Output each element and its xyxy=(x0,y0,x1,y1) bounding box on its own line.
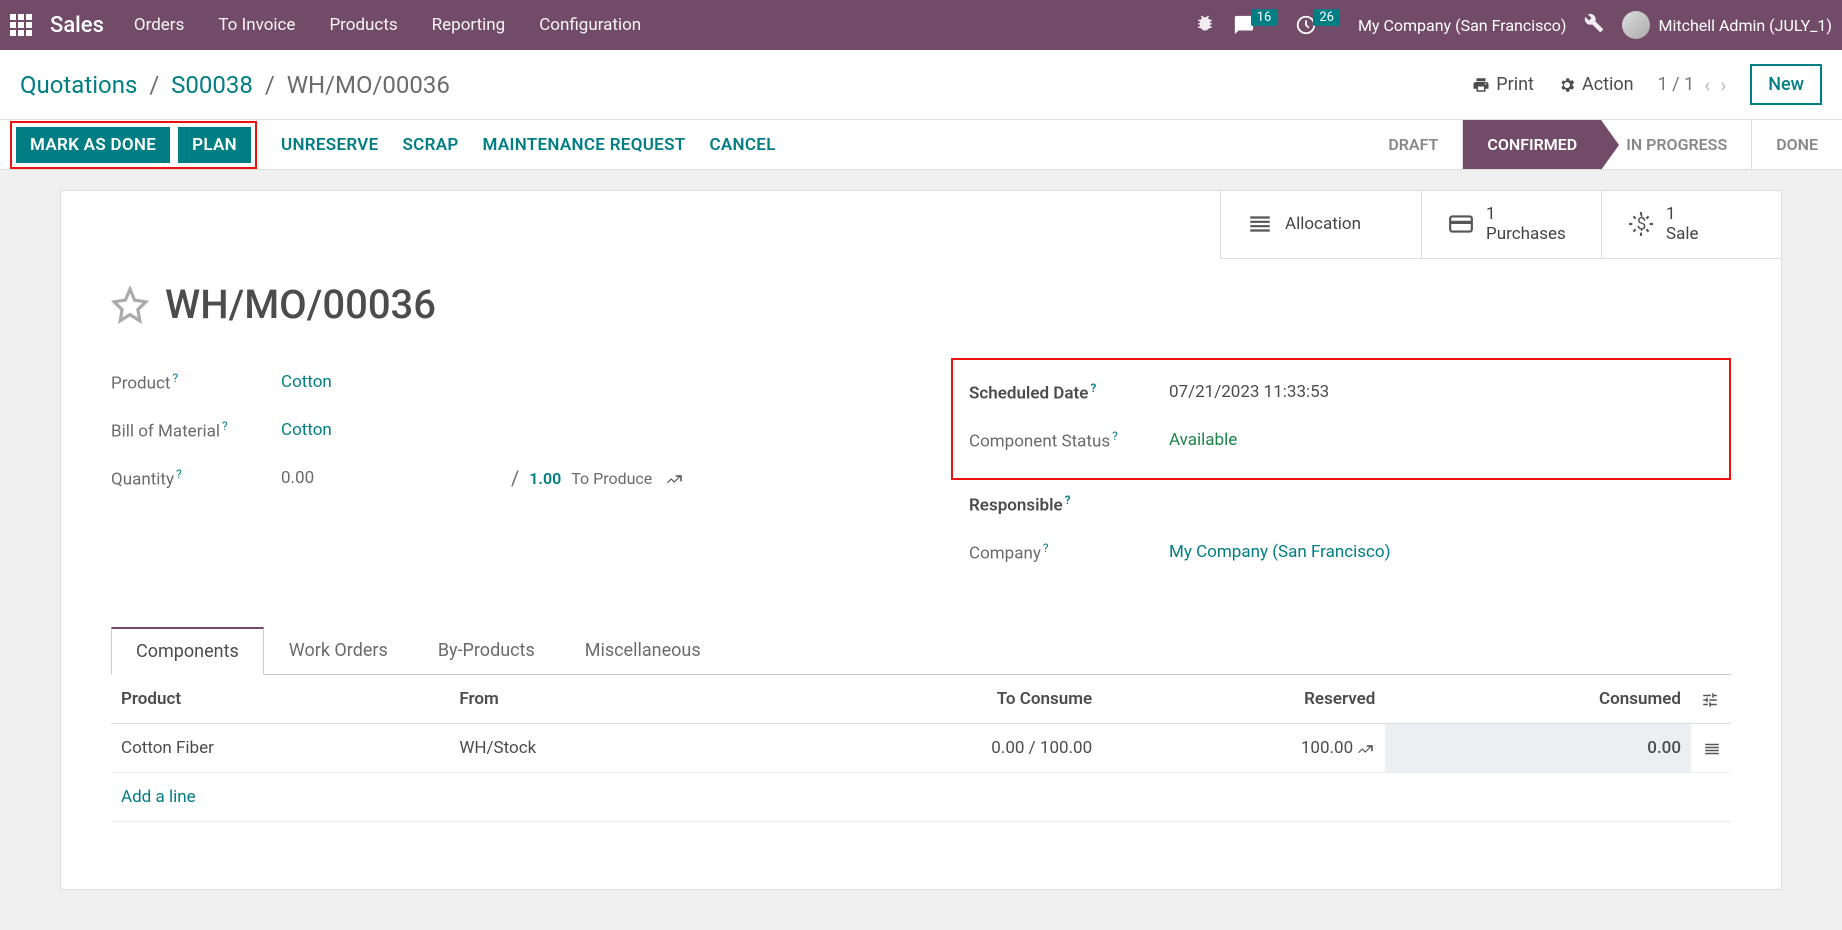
forecast-icon[interactable] xyxy=(1357,740,1375,758)
menu-orders[interactable]: Orders xyxy=(134,15,184,35)
menu-products[interactable]: Products xyxy=(329,15,397,35)
field-bom[interactable]: Cotton xyxy=(281,420,332,440)
messages-icon[interactable]: 16 xyxy=(1233,14,1278,36)
avatar-icon xyxy=(1622,11,1650,39)
columns-config-icon[interactable] xyxy=(1701,689,1719,709)
status-draft[interactable]: DRAFT xyxy=(1364,120,1462,169)
svg-text:$: $ xyxy=(1637,215,1647,235)
breadcrumb: Quotations / S00038 / WH/MO/00036 xyxy=(20,71,450,99)
crumb-current: WH/MO/00036 xyxy=(287,71,450,99)
scrap-button[interactable]: SCRAP xyxy=(403,135,459,155)
status-confirmed[interactable]: CONFIRMED xyxy=(1462,120,1601,169)
label-component-status: Component Status xyxy=(969,431,1110,451)
th-product[interactable]: Product xyxy=(111,675,449,724)
cell-consumed[interactable]: 0.00 xyxy=(1385,724,1691,773)
menu-to-invoice[interactable]: To Invoice xyxy=(218,15,295,35)
field-product[interactable]: Cotton xyxy=(281,372,332,392)
status-done[interactable]: DONE xyxy=(1751,120,1842,169)
username: Mitchell Admin (JULY_1) xyxy=(1658,16,1832,35)
tab-by-products[interactable]: By-Products xyxy=(413,627,560,675)
bug-icon[interactable] xyxy=(1195,13,1215,37)
menu-configuration[interactable]: Configuration xyxy=(539,15,641,35)
unreserve-button[interactable]: UNRESERVE xyxy=(281,135,379,155)
tab-work-orders[interactable]: Work Orders xyxy=(264,627,413,675)
label-quantity: Quantity xyxy=(111,469,174,489)
action-button[interactable]: Action xyxy=(1558,74,1634,95)
user-menu[interactable]: Mitchell Admin (JULY_1) xyxy=(1622,11,1832,39)
th-to-consume[interactable]: To Consume xyxy=(740,675,1102,724)
status-in-progress[interactable]: IN PROGRESS xyxy=(1601,120,1751,169)
page-title: WH/MO/00036 xyxy=(165,281,436,328)
field-scheduled[interactable]: 07/21/2023 11:33:53 xyxy=(1169,382,1329,402)
field-company[interactable]: My Company (San Francisco) xyxy=(1169,542,1391,562)
details-icon[interactable] xyxy=(1703,738,1721,758)
tab-components[interactable]: Components xyxy=(111,627,264,675)
stat-purchases[interactable]: 1Purchases xyxy=(1421,191,1601,258)
star-icon[interactable] xyxy=(111,286,149,324)
label-to-produce: To Produce xyxy=(571,469,652,488)
mark-done-button[interactable]: MARK AS DONE xyxy=(16,127,170,163)
maintenance-button[interactable]: MAINTENANCE REQUEST xyxy=(483,135,686,155)
cell-to-consume[interactable]: 0.00 / 100.00 xyxy=(740,724,1102,773)
activities-badge: 26 xyxy=(1313,9,1340,26)
th-reserved[interactable]: Reserved xyxy=(1102,675,1385,724)
apps-icon[interactable] xyxy=(10,14,32,36)
pager-prev[interactable]: ‹ xyxy=(1704,73,1710,97)
crumb-order[interactable]: S00038 xyxy=(171,71,253,99)
plan-button[interactable]: PLAN xyxy=(178,127,251,163)
label-scheduled: Scheduled Date xyxy=(969,383,1088,403)
tab-misc[interactable]: Miscellaneous xyxy=(560,627,726,675)
tools-icon[interactable] xyxy=(1584,13,1604,37)
app-brand[interactable]: Sales xyxy=(50,13,104,38)
company-switcher[interactable]: My Company (San Francisco) xyxy=(1358,16,1567,35)
print-button[interactable]: Print xyxy=(1472,74,1534,95)
stat-sale[interactable]: $ 1Sale xyxy=(1601,191,1781,258)
field-qty-total[interactable]: 1.00 xyxy=(529,469,561,488)
add-line-row[interactable]: Add a line xyxy=(111,773,1731,822)
field-quantity[interactable]: 0.00 xyxy=(281,468,501,488)
crumb-quotations[interactable]: Quotations xyxy=(20,71,137,99)
cancel-button[interactable]: CANCEL xyxy=(710,135,776,155)
new-button[interactable]: New xyxy=(1750,64,1822,105)
label-company: Company xyxy=(969,543,1041,563)
activities-icon[interactable]: 26 xyxy=(1295,14,1340,36)
forecast-icon[interactable] xyxy=(666,468,684,488)
label-responsible: Responsible xyxy=(969,495,1063,515)
cell-reserved[interactable]: 100.00 xyxy=(1102,724,1385,773)
field-component-status: Available xyxy=(1169,430,1237,450)
th-from[interactable]: From xyxy=(449,675,740,724)
label-product: Product xyxy=(111,373,170,393)
cell-from[interactable]: WH/Stock xyxy=(449,724,740,773)
pager-next[interactable]: › xyxy=(1720,73,1726,97)
label-bom: Bill of Material xyxy=(111,421,220,441)
stat-allocation[interactable]: Allocation xyxy=(1221,191,1421,258)
menu-reporting[interactable]: Reporting xyxy=(432,15,506,35)
table-row[interactable]: Cotton Fiber WH/Stock 0.00 / 100.00 100.… xyxy=(111,724,1731,773)
cell-product[interactable]: Cotton Fiber xyxy=(111,724,449,773)
messages-badge: 16 xyxy=(1251,9,1278,26)
pager-text: 1 / 1 xyxy=(1658,74,1695,95)
th-consumed[interactable]: Consumed xyxy=(1385,675,1691,724)
